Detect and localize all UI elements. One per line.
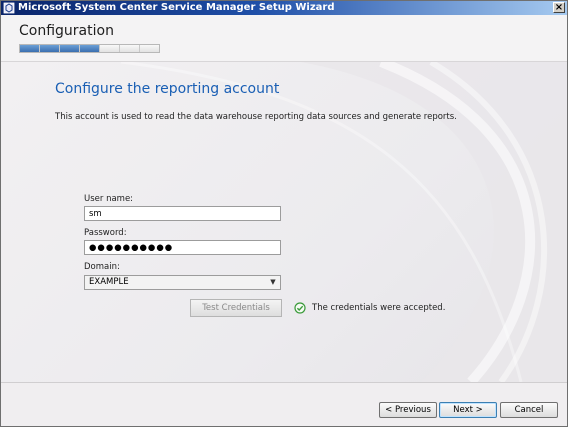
setup-wizard-window: Microsoft System Center Service Manager … <box>0 0 568 427</box>
progress-step-pending <box>140 45 159 52</box>
previous-button[interactable]: < Previous <box>379 402 437 418</box>
progress-step-complete <box>40 45 60 52</box>
domain-label: Domain: <box>84 262 120 272</box>
cancel-button[interactable]: Cancel <box>500 402 558 418</box>
chevron-down-icon: ▼ <box>270 278 276 286</box>
username-field[interactable] <box>84 206 281 221</box>
progress-step-complete <box>20 45 40 52</box>
wizard-header: Configuration <box>1 15 567 62</box>
background-swoosh <box>120 62 567 382</box>
close-button[interactable]: × <box>553 2 565 13</box>
page-title: Configuration <box>19 23 114 39</box>
password-field[interactable] <box>84 240 281 255</box>
domain-dropdown[interactable]: EXAMPLE ▼ <box>84 275 281 290</box>
domain-selected-value: EXAMPLE <box>89 277 129 287</box>
window-title: Microsoft System Center Service Manager … <box>18 2 335 13</box>
username-label: User name: <box>84 194 134 204</box>
step-progress-bar <box>19 44 160 53</box>
credentials-status: The credentials were accepted. <box>312 303 446 313</box>
app-icon <box>3 2 15 14</box>
next-button[interactable]: Next > <box>439 402 497 418</box>
progress-step-pending <box>120 45 140 52</box>
progress-step-pending <box>100 45 120 52</box>
check-circle-icon <box>294 302 306 314</box>
section-description: This account is used to read the data wa… <box>55 112 457 122</box>
password-label: Password: <box>84 228 127 238</box>
progress-step-complete <box>60 45 80 52</box>
content-panel: Configure the reporting account This acc… <box>1 62 567 382</box>
progress-step-complete <box>80 45 100 52</box>
test-credentials-button: Test Credentials <box>190 299 282 317</box>
section-heading: Configure the reporting account <box>55 81 280 97</box>
title-bar[interactable]: Microsoft System Center Service Manager … <box>1 1 567 15</box>
wizard-footer: < Previous Next > Cancel <box>1 382 567 426</box>
